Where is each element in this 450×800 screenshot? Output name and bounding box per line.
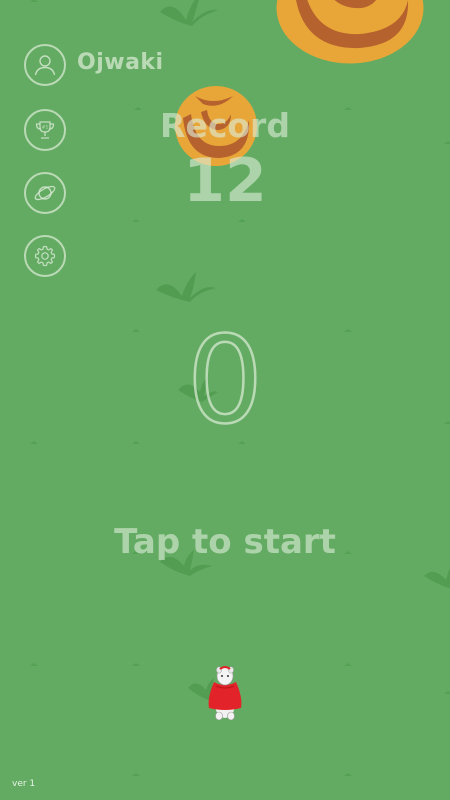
gear-icon: [34, 245, 56, 267]
player-username: Ojwaki: [77, 50, 164, 75]
user-profile-icon: [34, 55, 56, 76]
version-label: ver 1: [12, 779, 36, 789]
profile-button[interactable]: [24, 44, 66, 86]
tap-to-start-prompt[interactable]: Tap to start: [0, 522, 450, 562]
settings-button[interactable]: [24, 235, 66, 277]
player-character: [208, 666, 242, 721]
current-score-text: 0: [187, 320, 263, 430]
record-value: 12: [183, 146, 267, 216]
record-label: Record: [160, 106, 290, 145]
tornado-obstacle: [276, 0, 424, 64]
current-score: 0: [186, 320, 265, 430]
